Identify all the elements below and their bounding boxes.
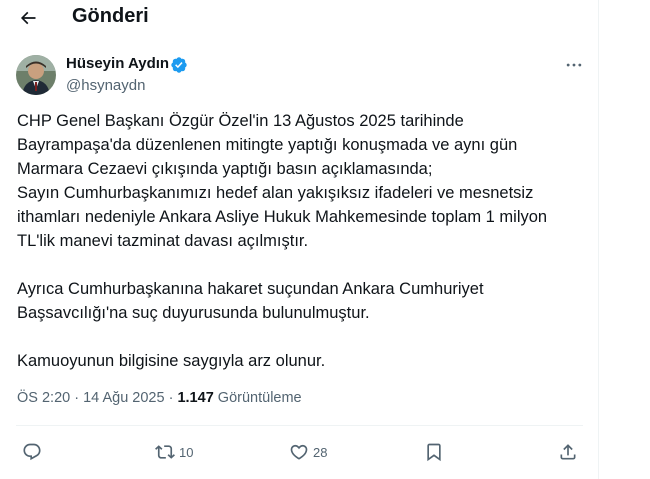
views-label: Görüntüleme (217, 390, 302, 406)
divider (16, 425, 583, 426)
meta-separator: · (74, 390, 80, 406)
post-text-line: Ayrıca Cumhurbaşkanına hakaret suçundan … (17, 280, 484, 298)
author-name[interactable]: Hüseyin Aydın (66, 55, 169, 72)
post-text: CHP Genel Başkanı Özgür Özel'in 13 Ağust… (17, 109, 592, 373)
back-button[interactable] (12, 2, 44, 34)
heart-icon (290, 444, 308, 460)
like-count: 28 (313, 444, 328, 460)
top-bar: Gönderi (0, 0, 599, 36)
bookmark-button[interactable] (424, 436, 444, 468)
action-bar: 10 28 (0, 436, 599, 468)
more-options-button[interactable] (560, 53, 588, 77)
reply-icon (23, 443, 41, 461)
post-text-line: Marmara Cezaevi çıkışında yaptığı basın … (17, 160, 433, 178)
views-count: 1.147 (177, 390, 214, 406)
post-text-line: Başsavcılığı'na suç duyurusunda bulunulm… (17, 304, 370, 322)
post-date[interactable]: 14 Ağu 2025 (83, 390, 164, 406)
meta-separator: · (168, 390, 174, 406)
share-button[interactable] (558, 436, 578, 468)
post-meta: ÖS 2:20 · 14 Ağu 2025 · 1.147 Görüntülem… (17, 390, 302, 406)
post-text-line: Bayrampaşa'da düzenlenen mitingte yaptığ… (17, 136, 518, 154)
post-text-line: TL'lik manevi tazminat davası açılmıştır… (17, 232, 309, 250)
retweet-count: 10 (179, 444, 194, 460)
post-detail-pane: Gönderi Hüseyin Aydın @hsynaydn CHP Gene… (0, 0, 599, 479)
retweet-icon (155, 445, 175, 459)
retweet-button[interactable]: 10 (155, 436, 193, 468)
post-time[interactable]: ÖS 2:20 (17, 390, 70, 406)
verified-badge-icon (171, 57, 187, 73)
author-handle[interactable]: @hsynaydn (66, 77, 145, 94)
post-text-line: CHP Genel Başkanı Özgür Özel'in 13 Ağust… (17, 112, 464, 130)
avatar[interactable] (16, 55, 56, 95)
post-text-line: ithamları nedeniyle Ankara Asliye Hukuk … (17, 208, 548, 226)
share-icon (560, 444, 576, 460)
more-horizontal-icon (566, 63, 582, 67)
bookmark-icon (427, 443, 441, 462)
post-text-line: Sayın Cumhurbaşkanımızı hedef alan yakış… (17, 184, 534, 202)
reply-button[interactable] (22, 436, 42, 468)
post-text-line: Kamuoyunun bilgisine saygıyla arz olunur… (17, 352, 326, 370)
like-button[interactable]: 28 (289, 436, 327, 468)
page-title: Gönderi (72, 5, 149, 27)
arrow-left-icon (20, 11, 36, 25)
